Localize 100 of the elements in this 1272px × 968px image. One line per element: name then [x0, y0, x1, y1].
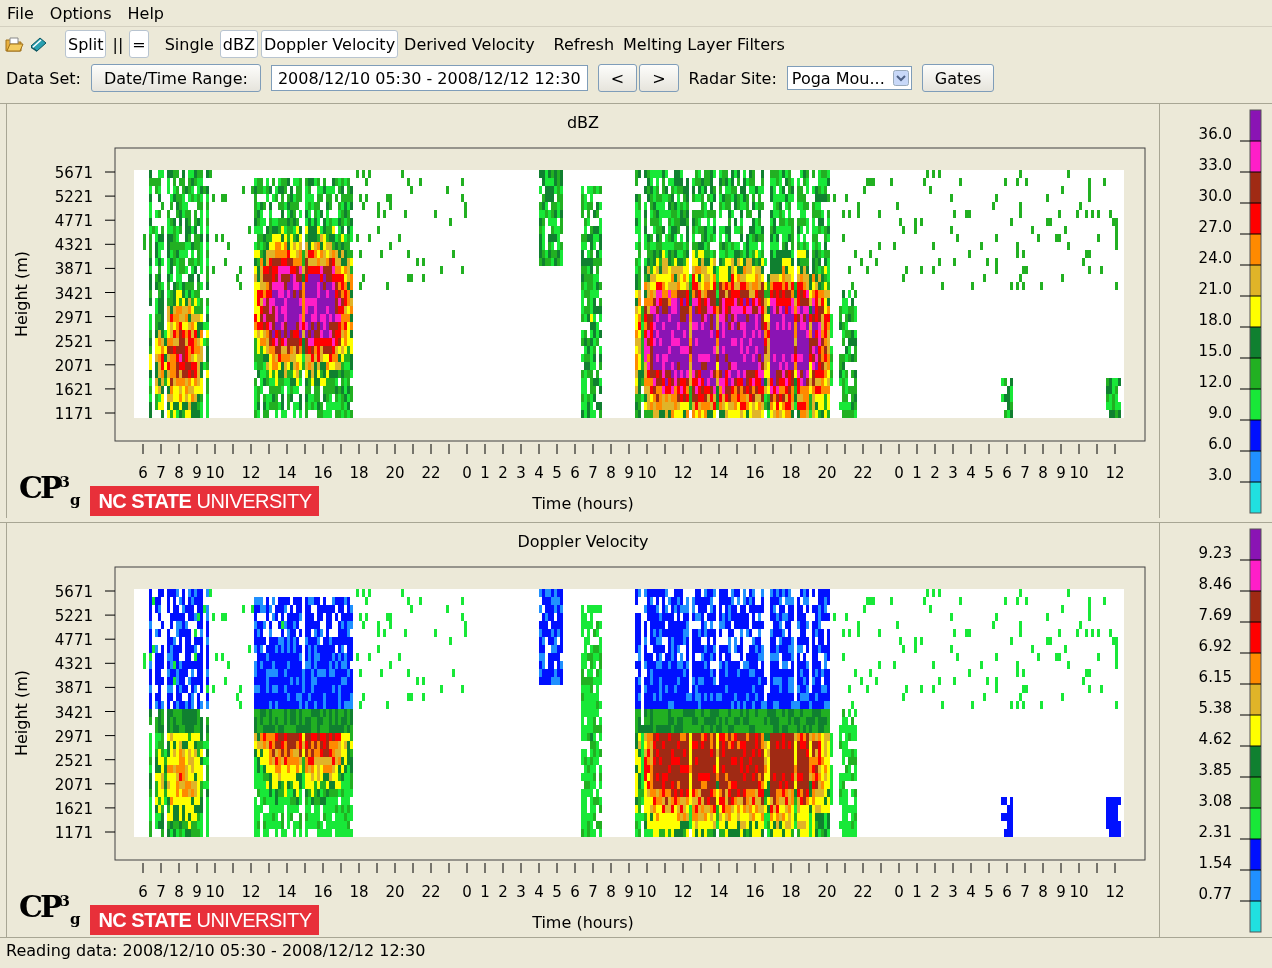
axis-tick-label: 5671: [54, 583, 93, 601]
field-label: Data Set:: [6, 68, 81, 88]
toolbar-button[interactable]: dBZ: [219, 30, 258, 58]
toolbar-button[interactable]: Doppler Velocity: [260, 30, 399, 58]
axis-tick-label: 9: [1056, 464, 1066, 482]
axis-tick-label: 2: [498, 464, 508, 482]
axis-tick-label: 10: [1069, 883, 1089, 901]
legend-label: 1.54: [1198, 854, 1232, 872]
axis-tick-label: 6: [570, 883, 580, 901]
axis-tick-label: 3: [516, 464, 526, 482]
axis-tick-label: 12: [1105, 464, 1125, 482]
axis-tick-label: 18: [781, 883, 801, 901]
axis-title: Time (hours): [532, 912, 634, 932]
axis-tick-label: 3: [948, 883, 958, 901]
axis-tick-label: 0: [462, 464, 472, 482]
folder-icon[interactable]: [4, 34, 24, 54]
legend-label: 3.08: [1198, 792, 1232, 810]
status-text: Reading data: 2008/12/10 05:30 - 2008/12/12 12:30: [6, 940, 426, 960]
axis-tick-label: 1171: [54, 824, 93, 842]
axis-tick-label: 12: [673, 464, 693, 482]
axis-tick-label: 2971: [54, 727, 93, 746]
chart-title: Doppler Velocity: [517, 531, 649, 551]
axis-tick-label: 3421: [54, 284, 93, 303]
axis-tick-label: 2071: [54, 775, 93, 794]
legend-label: 4.62: [1198, 730, 1232, 748]
axis-tick-label: 5221: [54, 607, 93, 626]
legend-label: 9.23: [1198, 544, 1232, 562]
toolbar-button[interactable]: Refresh: [550, 30, 618, 58]
date-range-button[interactable]: Date/Time Range:: [90, 64, 261, 92]
axis-tick-label: 0: [462, 883, 472, 901]
legend-label: 33.0: [1198, 156, 1232, 174]
university-logo: NC STATE UNIVERSITY: [90, 486, 320, 516]
axis-tick-label: 1: [480, 464, 490, 482]
axis-tick-label: 10: [205, 464, 225, 482]
axis-tick-label: 8: [174, 464, 184, 482]
axis-tick-label: 9: [1056, 883, 1066, 901]
axis-tick-label: 12: [241, 464, 261, 482]
axis-title: Height (m): [12, 670, 31, 756]
date-range-field[interactable]: 2008/12/10 05:30 - 2008/12/12 12:30: [270, 65, 588, 91]
axis-tick-label: 5: [552, 883, 562, 901]
axis-title: Height (m): [12, 251, 31, 337]
menu-item[interactable]: Options: [48, 3, 113, 23]
toolbar-button[interactable]: Derived Velocity: [401, 30, 538, 58]
axis-tick-label: 8: [1038, 464, 1048, 482]
axis-tick-label: 16: [313, 464, 333, 482]
previous-button[interactable]: <: [597, 64, 638, 92]
axis-tick-label: 4321: [54, 236, 93, 255]
axis-tick-label: 3871: [54, 260, 93, 279]
axis-tick-label: 5: [984, 883, 994, 901]
axis-tick-label: 3421: [54, 703, 93, 722]
axis-tick-label: 8: [606, 464, 616, 482]
next-button[interactable]: >: [639, 64, 679, 92]
axis-tick-label: 18: [349, 464, 369, 482]
axis-tick-label: 2521: [54, 751, 93, 770]
legend-label: 24.0: [1198, 249, 1232, 267]
axis-tick-label: 4771: [54, 212, 93, 231]
axis-tick-label: 18: [781, 464, 801, 482]
axis-tick-label: 1621: [54, 380, 93, 399]
axis-tick-label: 7: [588, 883, 598, 901]
axis-tick-label: 5: [984, 464, 994, 482]
university-logo: NC STATE UNIVERSITY: [90, 905, 320, 935]
axis-tick-label: 6: [1002, 464, 1012, 482]
axis-tick-label: 18: [349, 883, 369, 901]
legend-label: 12.0: [1198, 373, 1232, 391]
menu-item[interactable]: Help: [126, 3, 165, 23]
toolbar-button[interactable]: Melting Layer Filters: [620, 30, 788, 58]
axis-tick-label: 5221: [54, 188, 93, 207]
axis-tick-label: 9: [192, 883, 202, 901]
axis-tick-label: 0: [894, 464, 904, 482]
axis-tick-label: 2: [930, 883, 940, 901]
axis-tick-label: 2521: [54, 332, 93, 351]
menu-item[interactable]: File: [6, 3, 35, 23]
legend-label: 0.77: [1198, 885, 1232, 903]
axis-tick-label: 3: [516, 883, 526, 901]
gates-button[interactable]: Gates: [921, 64, 995, 92]
axis-tick-label: 6: [138, 464, 148, 482]
legend-label: 27.0: [1198, 218, 1232, 236]
axis-tick-label: 16: [745, 464, 765, 482]
legend-label: 15.0: [1198, 342, 1232, 360]
axis-tick-label: 14: [709, 883, 729, 901]
axis-tick-label: 10: [637, 883, 657, 901]
axis-tick-label: 12: [1105, 883, 1125, 901]
legend-label: 5.38: [1198, 699, 1232, 717]
axis-tick-label: 7: [1020, 883, 1030, 901]
axis-tick-label: 12: [673, 883, 693, 901]
axis-tick-label: 7: [156, 883, 166, 901]
axis-tick-label: 10: [205, 883, 225, 901]
axis-tick-label: 8: [606, 883, 616, 901]
legend-label: 6.15: [1198, 668, 1232, 686]
axis-tick-label: 7: [588, 464, 598, 482]
toolbar-button[interactable]: Single: [161, 30, 217, 58]
axis-tick-label: 14: [709, 464, 729, 482]
toolbar-button[interactable]: ||: [109, 30, 127, 58]
toolbar-button[interactable]: =: [129, 30, 149, 58]
toolbar-button[interactable]: Split: [65, 30, 107, 58]
field-label: Radar Site:: [688, 68, 777, 88]
axis-tick-label: 8: [1038, 883, 1048, 901]
legend-label: 8.46: [1198, 575, 1232, 593]
radar-site-dropdown[interactable]: Poga Mou...: [786, 66, 912, 90]
legend-label: 30.0: [1198, 187, 1232, 205]
